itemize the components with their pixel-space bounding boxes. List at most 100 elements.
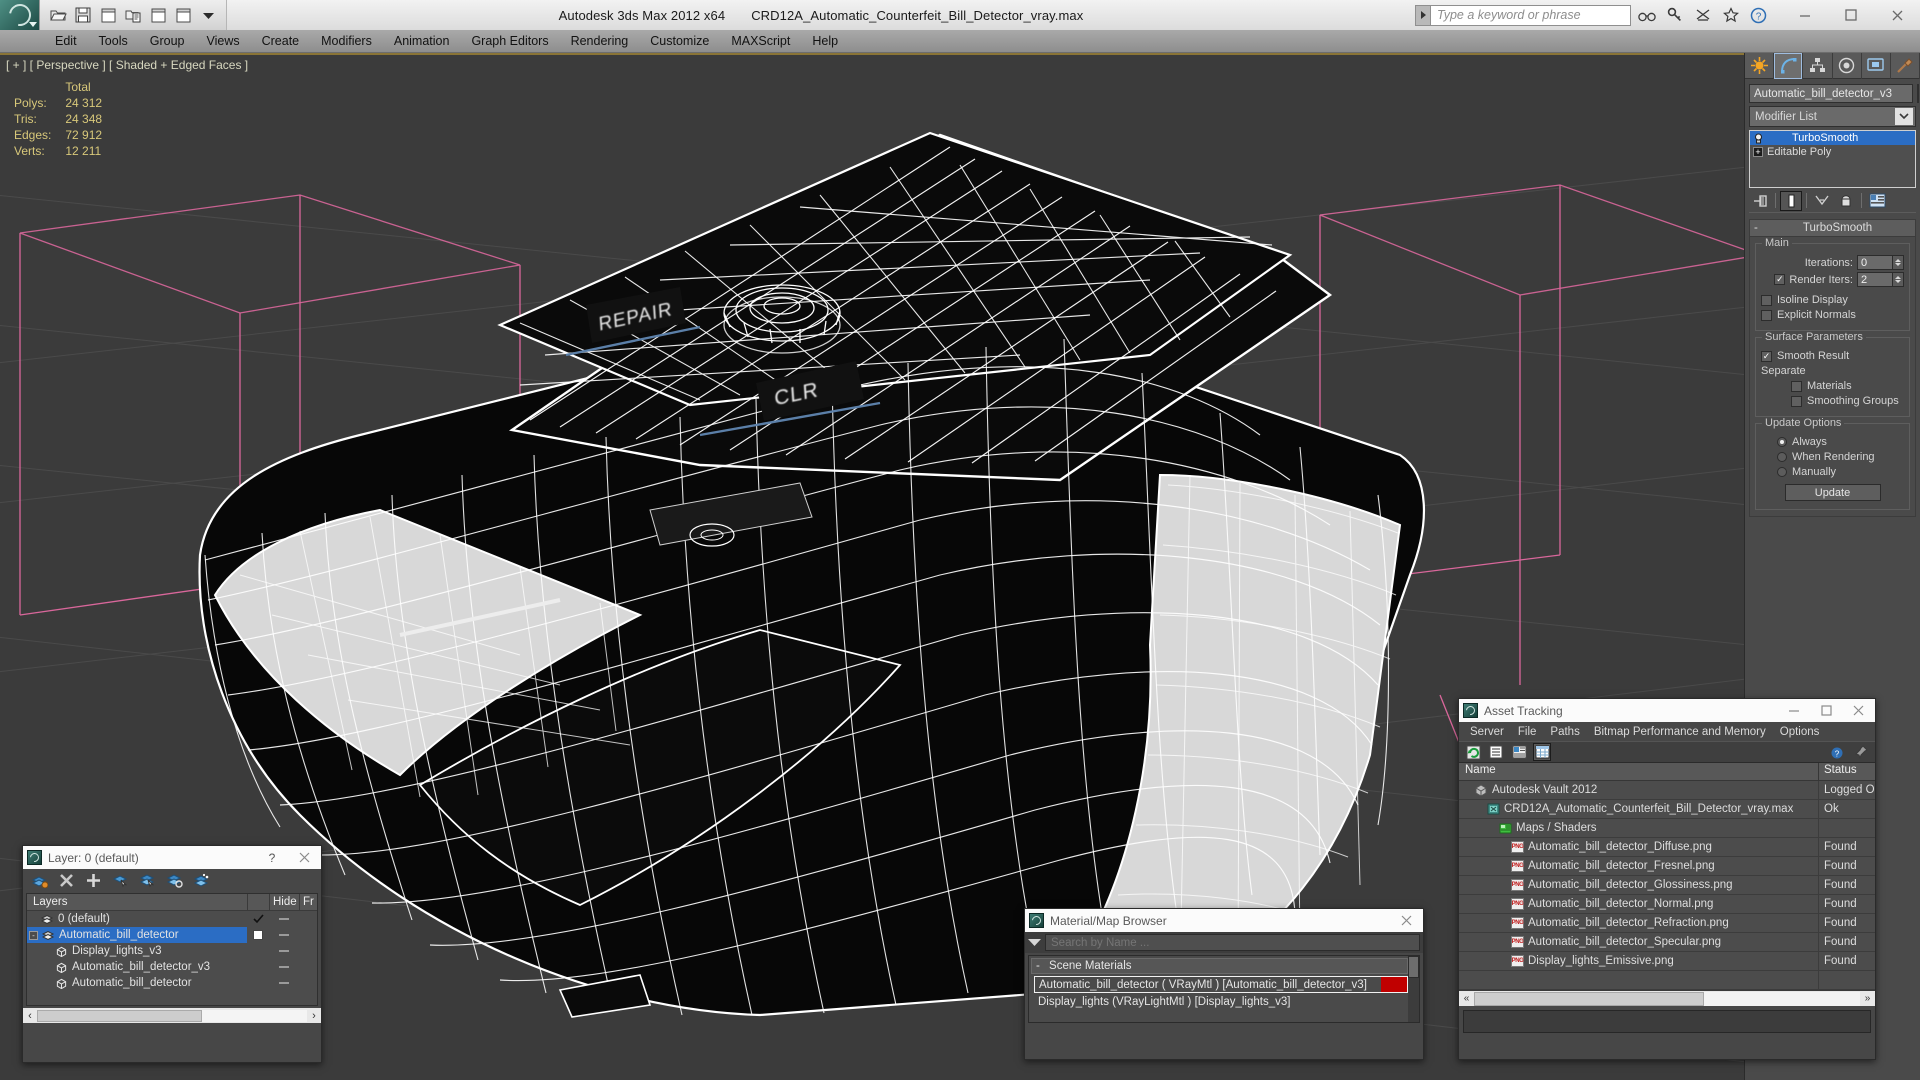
layer-row-0-default[interactable]: 0 (default) — [27, 911, 317, 927]
asset-row-max-file[interactable]: CRD12A_Automatic_Counterfeit_Bill_Detect… — [1459, 800, 1875, 819]
layer-expander-icon[interactable]: - — [29, 930, 38, 940]
asset-row-refraction[interactable]: PNG Automatic_bill_detector_Refraction.p… — [1459, 914, 1875, 933]
maximize-button[interactable] — [1828, 0, 1874, 30]
render-iters-spinner[interactable] — [1857, 272, 1904, 287]
modify-tab[interactable] — [1774, 52, 1804, 79]
update-when-rendering-radio[interactable] — [1777, 452, 1787, 462]
modifier-stack-item-turbosmooth[interactable]: TurboSmooth — [1750, 131, 1915, 145]
iterations-input[interactable] — [1857, 255, 1893, 270]
motion-tab[interactable] — [1833, 52, 1862, 79]
binoculars-icon[interactable] — [1637, 6, 1656, 25]
asset-row-diffuse[interactable]: PNG Automatic_bill_detector_Diffuse.png … — [1459, 838, 1875, 857]
material-browser-close-button[interactable] — [1393, 910, 1419, 932]
list-view-icon[interactable] — [1487, 743, 1505, 761]
search-input[interactable]: Type a keyword or phrase — [1431, 4, 1631, 26]
menu-item-rendering[interactable]: Rendering — [560, 30, 640, 53]
asset-menu-file[interactable]: File — [1511, 726, 1544, 738]
detail-view-icon[interactable] — [1510, 743, 1528, 761]
asset-minimize-button[interactable] — [1781, 700, 1807, 722]
layer-row-automatic-bill-detector-obj[interactable]: Automatic_bill_detector — [27, 975, 317, 991]
separate-smoothing-groups-checkbox[interactable] — [1791, 395, 1802, 407]
menu-item-modifiers[interactable]: Modifiers — [310, 30, 383, 53]
material-browser-vertical-scrollbar[interactable] — [1408, 956, 1419, 1022]
asset-row-vault[interactable]: Autodesk Vault 2012 Logged O — [1459, 781, 1875, 800]
material-map-browser-window[interactable]: Material/Map Browser - Scene Materials A… — [1024, 908, 1424, 1060]
delete-layer-icon[interactable] — [58, 872, 75, 889]
spinner-arrows-icon[interactable] — [1893, 272, 1904, 287]
star-icon[interactable] — [1721, 6, 1740, 25]
render-iters-checkbox[interactable]: ✓ — [1774, 274, 1786, 285]
material-browser-titlebar[interactable]: Material/Map Browser — [1025, 909, 1423, 932]
close-button[interactable] — [1874, 0, 1920, 30]
asset-close-button[interactable] — [1845, 700, 1871, 722]
asset-row-emissive[interactable]: PNG Display_lights_Emissive.png Found — [1459, 952, 1875, 971]
search-dropdown-icon[interactable] — [1415, 4, 1431, 26]
material-item-display-lights[interactable]: Display_lights (VRayLightMtl ) [Display_… — [1034, 994, 1408, 1011]
open-file-icon[interactable] — [47, 4, 69, 26]
material-item-automatic-bill-detector[interactable]: Automatic_bill_detector ( VRayMtl ) [Aut… — [1034, 976, 1408, 993]
select-objects-icon[interactable] — [112, 872, 129, 889]
menu-item-animation[interactable]: Animation — [383, 30, 461, 53]
menu-item-edit[interactable]: Edit — [44, 30, 88, 53]
modifier-stack-item-editable-poly[interactable]: + Editable Poly — [1750, 145, 1915, 159]
layer-window[interactable]: Layer: 0 (default) ? Layers Hide Fr 0 (d… — [22, 845, 322, 1063]
separate-materials-checkbox[interactable] — [1791, 380, 1802, 392]
save-file-icon[interactable] — [72, 4, 94, 26]
scroll-right-arrow-icon[interactable]: › — [307, 1010, 321, 1022]
utilities-tab[interactable] — [1891, 52, 1920, 79]
render-iters-input[interactable] — [1857, 272, 1893, 287]
highlight-selected-icon[interactable] — [166, 872, 183, 889]
asset-row-maps-shaders[interactable]: Maps / Shaders — [1459, 819, 1875, 838]
update-manually-radio[interactable] — [1777, 467, 1787, 477]
isoline-display-row[interactable]: Isoline Display — [1761, 294, 1904, 306]
asset-menu-bitmap[interactable]: Bitmap Performance and Memory — [1587, 726, 1773, 738]
hierarchy-tab[interactable] — [1803, 52, 1833, 79]
asset-row-specular[interactable]: PNG Automatic_bill_detector_Specular.png… — [1459, 933, 1875, 952]
remove-modifier-icon[interactable] — [1835, 191, 1857, 211]
layer-close-button[interactable] — [291, 847, 317, 869]
asset-menu-server[interactable]: Server — [1463, 726, 1511, 738]
asset-maximize-button[interactable] — [1813, 700, 1839, 722]
layer-horizontal-scrollbar[interactable]: ‹ › — [23, 1008, 321, 1023]
create-new-layer-icon[interactable] — [31, 872, 48, 889]
asset-horizontal-scrollbar[interactable]: « » — [1459, 990, 1875, 1006]
lightbulb-icon[interactable] — [1753, 133, 1764, 144]
menu-item-customize[interactable]: Customize — [639, 30, 720, 53]
asset-tracking-table[interactable]: Name Status Autodesk Vault 2012 Logged O… — [1459, 763, 1875, 990]
key-icon[interactable] — [1665, 6, 1684, 25]
pin-icon[interactable] — [1852, 743, 1870, 761]
menu-item-views[interactable]: Views — [195, 30, 250, 53]
smooth-result-checkbox[interactable]: ✓ — [1761, 350, 1772, 362]
display-tab[interactable] — [1862, 52, 1891, 79]
show-end-result-icon[interactable] — [1780, 190, 1802, 211]
material-browser-list[interactable]: - Scene Materials Automatic_bill_detecto… — [1028, 955, 1420, 1023]
menu-item-create[interactable]: Create — [251, 30, 311, 53]
configure-sets-icon[interactable] — [1866, 191, 1888, 211]
separate-smoothing-groups-row[interactable]: Smoothing Groups — [1761, 395, 1904, 407]
help-globe-icon[interactable]: ? — [1829, 743, 1847, 761]
update-button[interactable]: Update — [1784, 484, 1881, 501]
layer-hide-toggle[interactable] — [269, 982, 299, 984]
separate-materials-row[interactable]: Materials — [1761, 380, 1904, 392]
filter-dropdown-icon[interactable] — [1028, 936, 1041, 949]
plus-expand-icon[interactable]: + — [1753, 147, 1763, 157]
new-scene-icon[interactable] — [97, 4, 119, 26]
pin-stack-icon[interactable] — [1749, 191, 1771, 211]
modifier-list-dropdown[interactable]: Modifier List — [1749, 106, 1916, 127]
scroll-left-arrow-icon[interactable]: ‹ — [23, 1010, 37, 1022]
layer-hide-toggle[interactable] — [269, 966, 299, 968]
viewport-label[interactable]: [ + ] [ Perspective ] [ Shaded + Edged F… — [6, 58, 248, 72]
menu-item-graph-editors[interactable]: Graph Editors — [460, 30, 559, 53]
smooth-result-row[interactable]: ✓ Smooth Result — [1761, 350, 1904, 362]
layer-help-button[interactable]: ? — [259, 847, 285, 869]
explicit-normals-row[interactable]: Explicit Normals — [1761, 309, 1904, 321]
layer-row-automatic-bill-detector-v3[interactable]: Automatic_bill_detector_v3 — [27, 959, 317, 975]
modifier-stack[interactable]: TurboSmooth + Editable Poly — [1749, 130, 1916, 188]
window-icon[interactable] — [147, 4, 169, 26]
window2-icon[interactable] — [172, 4, 194, 26]
search-box[interactable]: Type a keyword or phrase — [1415, 4, 1631, 26]
scroll-thumb[interactable] — [1474, 991, 1704, 1006]
material-search-input[interactable] — [1045, 934, 1420, 951]
isoline-display-checkbox[interactable] — [1761, 294, 1772, 306]
object-name-input[interactable] — [1749, 84, 1913, 103]
